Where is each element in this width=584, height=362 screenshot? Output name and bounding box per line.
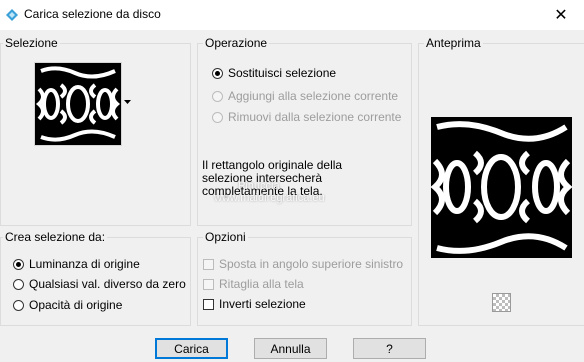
radio-button[interactable] (13, 299, 24, 311)
help-button[interactable]: ? (353, 338, 426, 359)
operation-description: Il rettangolo originale della selezione … (202, 159, 342, 198)
checkbox-invert-selection[interactable]: Inverti selezione (203, 297, 306, 311)
selection-preview-image (35, 63, 121, 145)
checkbox-move-to-top-left: Sposta in angolo superiore sinistro (203, 257, 403, 271)
radio-remove-from-selection: Rimuovi dalla selezione corrente (212, 110, 401, 124)
preview-image (430, 117, 573, 258)
radio-label: Qualsiasi val. diverso da zero (29, 277, 186, 291)
selection-group-label: Selezione (3, 36, 60, 50)
close-icon: ✕ (554, 7, 568, 24)
radio-button (212, 90, 223, 102)
description-line: completamente la tela. (202, 184, 323, 198)
create-selection-group-label: Crea selezione da: (3, 230, 108, 244)
load-button[interactable]: Carica (155, 338, 228, 359)
checkerboard-icon[interactable] (492, 293, 511, 312)
radio-source-luminance[interactable]: Luminanza di origine (13, 257, 140, 271)
app-icon (6, 9, 18, 21)
operation-group-label: Operazione (203, 36, 270, 50)
radio-label: Opacità di origine (29, 298, 123, 312)
checkbox-label: Ritaglia alla tela (219, 277, 304, 291)
close-button[interactable]: ✕ (538, 0, 584, 30)
window-title: Carica selezione da disco (24, 7, 161, 21)
checkbox (203, 278, 214, 290)
radio-add-to-selection: Aggiungi alla selezione corrente (212, 89, 398, 103)
radio-source-opacity[interactable]: Opacità di origine (13, 298, 122, 312)
radio-button[interactable] (13, 278, 24, 290)
checkbox-label: Sposta in angolo superiore sinistro (219, 257, 404, 271)
cancel-button[interactable]: Annulla (254, 338, 327, 359)
radio-label: Luminanza di origine (29, 257, 140, 271)
radio-replace-selection[interactable]: Sostituisci selezione (212, 66, 336, 80)
options-group-label: Opzioni (203, 230, 248, 244)
radio-any-nonzero[interactable]: Qualsiasi val. diverso da zero (13, 277, 186, 291)
radio-button[interactable] (212, 67, 223, 79)
checkbox (203, 258, 214, 270)
checkbox-crop-to-canvas: Ritaglia alla tela (203, 277, 304, 291)
title-bar: Carica selezione da disco ✕ (0, 0, 584, 30)
selection-thumbnail[interactable] (34, 62, 122, 146)
radio-label: Rimuovi dalla selezione corrente (228, 110, 402, 124)
preview-group-label: Anteprima (424, 36, 483, 50)
checkbox[interactable] (203, 298, 214, 310)
checkbox-label: Inverti selezione (219, 297, 306, 311)
radio-label: Aggiungi alla selezione corrente (228, 89, 399, 103)
radio-button[interactable] (13, 258, 24, 270)
radio-label: Sostituisci selezione (228, 66, 337, 80)
dropdown-arrow-icon[interactable] (124, 100, 131, 105)
radio-button (212, 111, 223, 123)
